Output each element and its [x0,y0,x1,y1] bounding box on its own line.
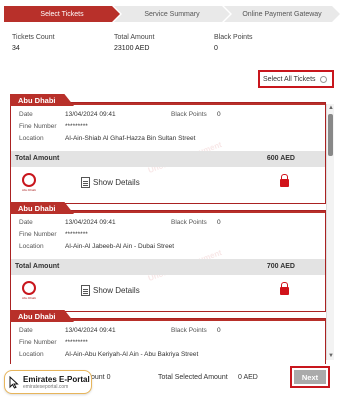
black-points-row: Black Points 0 [171,219,221,226]
fine-number-value: ********* [65,339,88,346]
select-all-radio[interactable] [319,75,327,83]
date-label: Date [19,111,33,118]
card-emirate-tab: Abu Dhabi [10,202,74,214]
tickets-count-label: Tickets Count [12,34,55,41]
total-amount-value: 600 AED [266,155,295,162]
card-emirate-tab: Abu Dhabi [10,310,74,322]
show-details-label: Show Details [93,286,140,295]
date-row: Date 13/04/2024 09:41 [19,111,116,118]
lock-icon [280,282,289,295]
document-icon [81,285,90,296]
card-emirate-tab: Abu Dhabi [10,94,74,106]
black-points-value: 0 [217,327,221,334]
total-amount-label: Total Amount [15,263,60,270]
date-label: Date [19,219,33,226]
location-row: Location Al-Ain-Abu Keriyah-Al Ain - Abu … [19,351,198,358]
scrollbar-thumb[interactable] [328,114,333,156]
location-value: Al-Ain-Abu Keriyah-Al Ain - Abu Bakriya … [65,351,199,358]
total-amount-bar: Total Amount 700 AED [11,259,325,275]
location-label: Location [19,135,44,142]
next-button-highlight: Next [290,366,330,388]
location-row: Location Al-Ain-Shiab Al Ghaf-Hazza Bin S… [19,135,195,142]
step-online-payment-gateway[interactable]: Online Payment Gateway [224,6,340,22]
black-points-group: Black Points 0 [214,34,253,52]
abu-dhabi-police-logo: Abu Dhabi [19,173,39,195]
ticket-card: Abu Dhabi Date 13/04/2024 09:41 Black Poi… [10,94,326,204]
tickets-count-value: 34 [12,45,20,52]
fine-number-row: Fine Number ********* [19,231,88,238]
location-label: Location [19,243,44,250]
card-actions: Abu Dhabi Show Details [11,169,325,199]
select-all-tickets[interactable]: Select All Tickets [258,70,334,88]
date-label: Date [19,327,33,334]
location-value: Al-Ain-Al Jabeeb-Al Ain - Dubai Street [65,243,175,250]
card-actions: Abu Dhabi Show Details [11,277,325,307]
black-points-row: Black Points 0 [171,327,221,334]
scroll-down-arrow-icon[interactable]: ▼ [327,352,335,360]
black-points-label: Black Points [171,327,207,334]
date-row: Date 13/04/2024 09:41 [19,219,116,226]
next-button[interactable]: Next [294,370,326,384]
ticket-list: Abu Dhabi Date 13/04/2024 09:41 Black Poi… [10,92,326,364]
total-amount-value: 700 AED [266,263,295,270]
black-points-label: Black Points [171,111,207,118]
date-row: Date 13/04/2024 09:41 [19,327,116,334]
fine-number-label: Fine Number [19,339,57,346]
select-all-label: Select All Tickets [263,75,316,83]
date-value: 13/04/2024 09:41 [65,111,116,118]
fine-number-value: ********* [65,123,88,130]
brand-url: emirateseportal.com [23,383,69,390]
show-details-button[interactable]: Show Details [81,177,140,188]
step-service-summary[interactable]: Service Summary [114,6,230,22]
total-selected-amount-label: Total Selected Amount [158,374,228,381]
fine-number-row: Fine Number ********* [19,123,88,130]
tickets-count-group: Tickets Count 34 [12,34,55,52]
total-selected-amount-value: 0 AED [238,374,258,381]
ticket-card: Abu Dhabi Date 13/04/2024 09:41 Black Poi… [10,310,326,364]
date-value: 13/04/2024 09:41 [65,327,116,334]
cursor-icon [9,375,19,389]
black-points-label: Black Points [171,219,207,226]
brand-text: Emirates E-Portal emirateseportal.com [23,375,90,390]
location-value: Al-Ain-Shiab Al Ghaf-Hazza Bin Sultan St… [65,135,196,142]
fine-number-label: Fine Number [19,123,57,130]
progress-steps: Select Tickets Service Summary Online Pa… [4,6,334,22]
show-details-label: Show Details [93,178,140,187]
location-row: Location Al-Ain-Al Jabeeb-Al Ain - Dubai … [19,243,174,250]
scroll-up-arrow-icon[interactable]: ▲ [327,104,335,112]
total-amount-group: Total Amount 23100 AED [114,34,154,52]
location-label: Location [19,351,44,358]
date-value: 13/04/2024 09:41 [65,219,116,226]
total-amount-label: Total Amount [114,34,155,41]
black-points-value: 0 [214,45,218,52]
fine-number-label: Fine Number [19,231,57,238]
step-select-tickets[interactable]: Select Tickets [4,6,120,22]
total-amount-value: 23100 AED [114,45,150,52]
total-selected-count-value: 0 [106,374,111,381]
document-icon [81,177,90,188]
list-scrollbar[interactable]: ▲ ▼ [326,104,334,360]
brand-name: Emirates E-Portal [23,374,90,384]
fine-number-value: ********* [65,231,88,238]
show-details-button[interactable]: Show Details [81,285,140,296]
fine-number-row: Fine Number ********* [19,339,88,346]
black-points-value: 0 [217,111,221,118]
total-amount-label: Total Amount [15,155,60,162]
abu-dhabi-police-logo: Abu Dhabi [19,281,39,303]
total-amount-bar: Total Amount 600 AED [11,151,325,167]
black-points-row: Black Points 0 [171,111,221,118]
ticket-card: Abu Dhabi Date 13/04/2024 09:41 Black Poi… [10,202,326,312]
black-points-label: Black Points [214,34,253,41]
black-points-value: 0 [217,219,221,226]
emirates-eportal-badge: Emirates E-Portal emirateseportal.com [4,370,92,394]
lock-icon [280,174,289,187]
footer-bar: Total Selected Count 0 Total Selected Am… [0,366,340,400]
